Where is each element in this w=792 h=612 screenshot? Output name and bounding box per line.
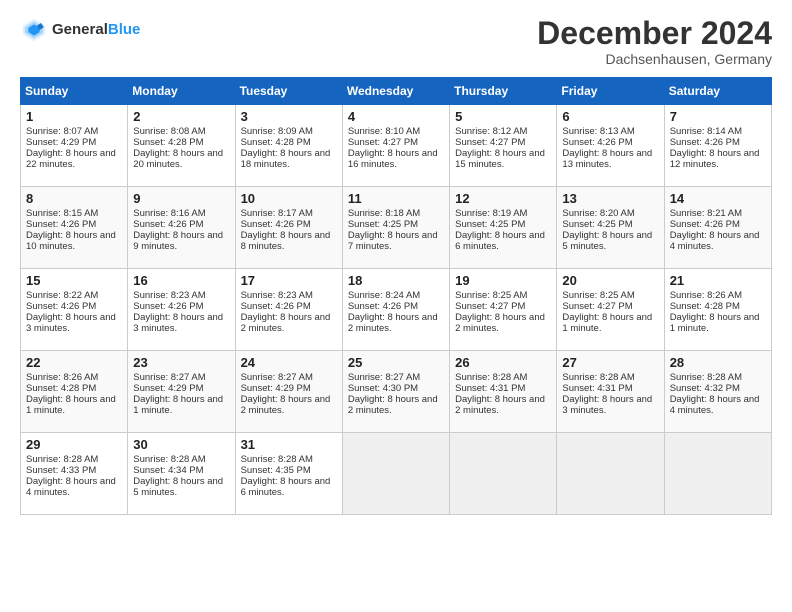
table-row: 31Sunrise: 8:28 AMSunset: 4:35 PMDayligh… [235,433,342,515]
table-row: 21Sunrise: 8:26 AMSunset: 4:28 PMDayligh… [664,269,771,351]
table-row: 4Sunrise: 8:10 AMSunset: 4:27 PMDaylight… [342,105,449,187]
table-row: 25Sunrise: 8:27 AMSunset: 4:30 PMDayligh… [342,351,449,433]
table-row: 5Sunrise: 8:12 AMSunset: 4:27 PMDaylight… [450,105,557,187]
logo: GeneralBlue [20,16,140,44]
month-title: December 2024 [537,16,772,51]
table-row: 3Sunrise: 8:09 AMSunset: 4:28 PMDaylight… [235,105,342,187]
week-row: 15Sunrise: 8:22 AMSunset: 4:26 PMDayligh… [21,269,772,351]
table-row: 9Sunrise: 8:16 AMSunset: 4:26 PMDaylight… [128,187,235,269]
header: GeneralBlue December 2024 Dachsenhausen,… [20,16,772,67]
table-row [342,433,449,515]
col-thursday: Thursday [450,78,557,105]
table-row: 13Sunrise: 8:20 AMSunset: 4:25 PMDayligh… [557,187,664,269]
table-row: 15Sunrise: 8:22 AMSunset: 4:26 PMDayligh… [21,269,128,351]
location: Dachsenhausen, Germany [537,51,772,67]
page-container: GeneralBlue December 2024 Dachsenhausen,… [0,0,792,527]
table-row: 1Sunrise: 8:07 AMSunset: 4:29 PMDaylight… [21,105,128,187]
logo-text-block: GeneralBlue [52,21,140,38]
table-row: 27Sunrise: 8:28 AMSunset: 4:31 PMDayligh… [557,351,664,433]
table-row: 16Sunrise: 8:23 AMSunset: 4:26 PMDayligh… [128,269,235,351]
logo-icon [20,16,48,44]
table-row: 11Sunrise: 8:18 AMSunset: 4:25 PMDayligh… [342,187,449,269]
col-tuesday: Tuesday [235,78,342,105]
table-row: 20Sunrise: 8:25 AMSunset: 4:27 PMDayligh… [557,269,664,351]
week-row: 8Sunrise: 8:15 AMSunset: 4:26 PMDaylight… [21,187,772,269]
table-row: 17Sunrise: 8:23 AMSunset: 4:26 PMDayligh… [235,269,342,351]
table-row: 6Sunrise: 8:13 AMSunset: 4:26 PMDaylight… [557,105,664,187]
table-row: 8Sunrise: 8:15 AMSunset: 4:26 PMDaylight… [21,187,128,269]
table-row: 29Sunrise: 8:28 AMSunset: 4:33 PMDayligh… [21,433,128,515]
week-row: 1Sunrise: 8:07 AMSunset: 4:29 PMDaylight… [21,105,772,187]
logo-blue: Blue [108,21,141,38]
table-row: 24Sunrise: 8:27 AMSunset: 4:29 PMDayligh… [235,351,342,433]
table-row: 14Sunrise: 8:21 AMSunset: 4:26 PMDayligh… [664,187,771,269]
table-row: 23Sunrise: 8:27 AMSunset: 4:29 PMDayligh… [128,351,235,433]
col-saturday: Saturday [664,78,771,105]
col-wednesday: Wednesday [342,78,449,105]
table-row: 12Sunrise: 8:19 AMSunset: 4:25 PMDayligh… [450,187,557,269]
table-row: 18Sunrise: 8:24 AMSunset: 4:26 PMDayligh… [342,269,449,351]
col-friday: Friday [557,78,664,105]
title-block: December 2024 Dachsenhausen, Germany [537,16,772,67]
week-row: 29Sunrise: 8:28 AMSunset: 4:33 PMDayligh… [21,433,772,515]
days-header-row: Sunday Monday Tuesday Wednesday Thursday… [21,78,772,105]
table-row: 2Sunrise: 8:08 AMSunset: 4:28 PMDaylight… [128,105,235,187]
col-monday: Monday [128,78,235,105]
week-row: 22Sunrise: 8:26 AMSunset: 4:28 PMDayligh… [21,351,772,433]
table-row: 10Sunrise: 8:17 AMSunset: 4:26 PMDayligh… [235,187,342,269]
col-sunday: Sunday [21,78,128,105]
table-row: 19Sunrise: 8:25 AMSunset: 4:27 PMDayligh… [450,269,557,351]
calendar-table: Sunday Monday Tuesday Wednesday Thursday… [20,77,772,515]
table-row [557,433,664,515]
table-row: 30Sunrise: 8:28 AMSunset: 4:34 PMDayligh… [128,433,235,515]
table-row [450,433,557,515]
table-row: 22Sunrise: 8:26 AMSunset: 4:28 PMDayligh… [21,351,128,433]
table-row: 28Sunrise: 8:28 AMSunset: 4:32 PMDayligh… [664,351,771,433]
table-row: 26Sunrise: 8:28 AMSunset: 4:31 PMDayligh… [450,351,557,433]
logo-general: General [52,21,108,38]
table-row: 7Sunrise: 8:14 AMSunset: 4:26 PMDaylight… [664,105,771,187]
table-row [664,433,771,515]
